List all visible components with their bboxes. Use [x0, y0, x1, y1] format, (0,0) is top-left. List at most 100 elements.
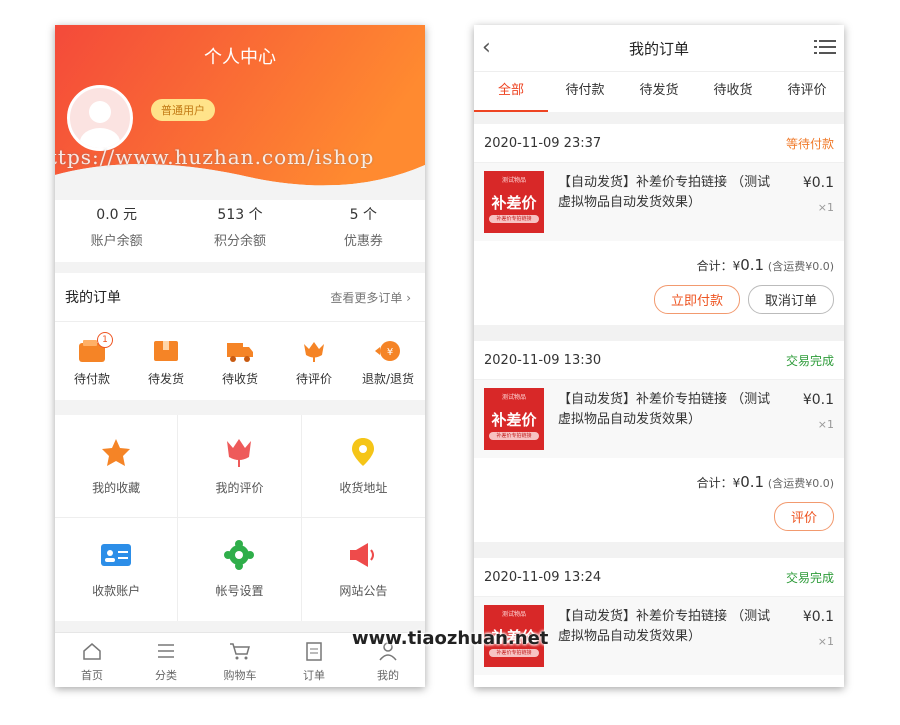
total-label: 合计：¥	[696, 259, 741, 273]
tab-home[interactable]: 首页	[55, 633, 129, 687]
tab-cart[interactable]: 购物车	[203, 633, 277, 687]
pending-count-badge: 1	[97, 332, 113, 348]
order-date: 2020-11-09 13:24	[484, 569, 602, 585]
product-name: 【自动发货】补差价专拍链接 （测试虚拟物品自动发货效果）	[558, 392, 771, 427]
stat-label: 账户余额	[90, 234, 143, 249]
total-label: 合计：¥	[696, 476, 741, 490]
gear-icon	[222, 538, 256, 572]
grid-label: 我的收藏	[92, 481, 141, 495]
order-pending-review[interactable]: 待评价	[277, 322, 351, 400]
grid-item-announcements[interactable]: 网站公告	[302, 518, 425, 621]
stat-value: 513 个	[217, 207, 263, 223]
stat-value: 5 个	[349, 207, 377, 223]
order-card: 2020-11-09 13:24 交易完成 测试物品 补差价 补差价专拍链接 【…	[474, 558, 844, 687]
avatar[interactable]	[67, 85, 133, 151]
thumb-bottom-text: 补差价专拍链接	[489, 432, 539, 440]
tab-pending-review[interactable]: 待评价	[770, 72, 844, 112]
refund-icon: ¥	[375, 340, 401, 362]
clipboard-icon	[306, 642, 322, 661]
page-title: 个人中心	[204, 47, 276, 68]
cancel-order-button[interactable]: 取消订单	[747, 285, 834, 314]
tulip-icon	[222, 435, 256, 469]
tab-orders[interactable]: 订单	[277, 633, 351, 687]
product-price: ¥0.1	[802, 392, 834, 408]
order-actions: 评价	[474, 502, 844, 542]
tab-label: 分类	[155, 669, 177, 682]
grid-item-account-settings[interactable]: 帐号设置	[178, 518, 302, 621]
order-status: 交易完成	[785, 353, 834, 368]
review-button[interactable]: 评价	[773, 502, 834, 531]
watermark-url: www.tiaozhuan.net	[352, 628, 549, 649]
box-icon	[153, 340, 179, 362]
tab-pending-receipt[interactable]: 待收货	[696, 72, 770, 112]
grid-item-payout-account[interactable]: 收款账户	[55, 518, 179, 621]
order-card-header: 2020-11-09 13:24 交易完成	[474, 558, 844, 597]
order-date: 2020-11-09 23:37	[484, 135, 602, 151]
order-card-header: 2020-11-09 13:30 交易完成	[474, 341, 844, 380]
profile-header: 个人中心 普通用户	[55, 25, 425, 200]
order-status: 等待付款	[785, 136, 834, 151]
menu-icon[interactable]	[814, 38, 836, 60]
account-stats: 0.0 元 账户余额 513 个 积分余额 5 个 优惠券	[55, 200, 425, 262]
stat-label: 积分余额	[213, 234, 266, 249]
pay-now-button[interactable]: 立即付款	[653, 285, 740, 314]
order-pending-shipment[interactable]: 待发货	[129, 322, 203, 400]
order-product[interactable]: 测试物品 补差价 补差价专拍链接 【自动发货】补差价专拍链接 （测试虚拟物品自动…	[474, 163, 844, 241]
product-thumbnail: 测试物品 补差价 补差价专拍链接	[484, 388, 544, 450]
id-card-icon	[99, 538, 133, 572]
truck-icon	[227, 340, 253, 362]
stat-points[interactable]: 513 个 积分余额	[178, 200, 301, 262]
flower-icon	[301, 340, 327, 362]
tab-pending-payment[interactable]: 待付款	[548, 72, 622, 112]
tab-all[interactable]: 全部	[474, 72, 548, 112]
grid-item-favorites[interactable]: 我的收藏	[55, 415, 179, 518]
order-filter-tabs: 全部 待付款 待发货 待收货 待评价	[474, 72, 844, 112]
stat-balance[interactable]: 0.0 元 账户余额	[55, 200, 178, 262]
thumb-bottom-text: 补差价专拍链接	[489, 215, 539, 223]
tab-category[interactable]: 分类	[129, 633, 203, 687]
product-price: ¥0.1	[802, 175, 834, 191]
product-name: 【自动发货】补差价专拍链接 （测试虚拟物品自动发货效果）	[558, 609, 771, 644]
order-product[interactable]: 测试物品 补差价 补差价专拍链接 【自动发货】补差价专拍链接 （测试虚拟物品自动…	[474, 380, 844, 458]
thumb-top-text: 测试物品	[501, 611, 526, 618]
order-status: 交易完成	[785, 570, 834, 585]
home-icon	[83, 643, 101, 660]
shipping-fee: (含运费¥0.0)	[767, 477, 834, 490]
grid-label: 收货地址	[339, 481, 388, 495]
stat-label: 优惠券	[343, 234, 383, 249]
thumb-bottom-text: 补差价专拍链接	[489, 649, 539, 657]
tab-label: 购物车	[223, 669, 257, 682]
view-more-orders-link[interactable]: 查看更多订单 ›	[330, 289, 411, 306]
function-grid: 我的收藏 我的评价 收货地址 收款账户 帐号设置 网站公告	[55, 415, 425, 621]
total-value: 0.1	[740, 256, 765, 274]
cart-icon	[230, 643, 250, 660]
tab-label: 首页	[81, 669, 103, 682]
stat-value: 0.0 元	[96, 207, 138, 223]
order-card-header: 2020-11-09 23:37 等待付款	[474, 124, 844, 163]
order-status-row: 1 待付款 待发货 待收货 待评价 ¥ 退款/退货	[55, 322, 425, 400]
order-pending-receipt[interactable]: 待收货	[203, 322, 277, 400]
grid-item-reviews[interactable]: 我的评价	[178, 415, 302, 518]
order-card: 2020-11-09 23:37 等待付款 测试物品 补差价 补差价专拍链接 【…	[474, 124, 844, 325]
product-quantity: ×1	[817, 635, 834, 648]
product-quantity: ×1	[817, 201, 834, 214]
tab-pending-shipment[interactable]: 待发货	[622, 72, 696, 112]
product-thumbnail: 测试物品 补差价 补差价专拍链接	[484, 171, 544, 233]
order-status-label: 待收货	[221, 372, 258, 386]
order-status-label: 待发货	[147, 372, 184, 386]
grid-label: 帐号设置	[215, 584, 264, 598]
tab-label: 我的	[377, 669, 399, 682]
order-actions: 立即付款 取消订单	[474, 285, 844, 325]
my-orders-header: 我的订单 查看更多订单 ›	[55, 273, 425, 322]
order-refund[interactable]: ¥ 退款/退货	[351, 322, 425, 400]
order-pending-payment[interactable]: 1 待付款	[55, 322, 129, 400]
shipping-fee: (含运费¥0.0)	[767, 260, 834, 273]
product-price: ¥0.1	[802, 609, 834, 625]
stat-coupons[interactable]: 5 个 优惠券	[302, 200, 425, 262]
grid-item-address[interactable]: 收货地址	[301, 415, 425, 518]
order-total: 合计：¥0.1 (含运费¥0.0)	[474, 458, 844, 502]
grid-label: 网站公告	[339, 584, 388, 598]
thumb-top-text: 测试物品	[501, 394, 526, 401]
wallet-icon: 1	[79, 332, 113, 362]
svg-text:¥: ¥	[387, 347, 393, 358]
